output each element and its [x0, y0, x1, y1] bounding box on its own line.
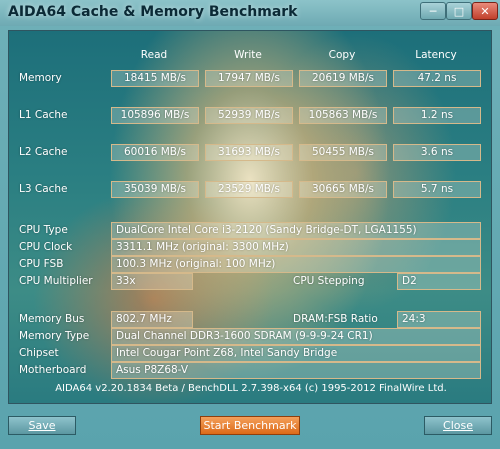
version-footer: AIDA64 v2.20.1834 Beta / BenchDLL 2.7.39… — [55, 383, 447, 394]
memory-latency-value: 47.2 ns — [393, 70, 481, 87]
cpu-stepping-label: CPU Stepping — [293, 275, 365, 287]
row-label-l3-cache: L3 Cache — [19, 183, 68, 195]
start-benchmark-button[interactable]: Start Benchmark — [200, 416, 300, 435]
close-button[interactable]: Close — [424, 416, 492, 435]
maximize-icon: □ — [453, 4, 465, 18]
l1-read-value: 105896 MB/s — [111, 107, 199, 124]
dram-fsb-ratio-value: 24:3 — [397, 311, 481, 328]
cpu-clock-label: CPU Clock — [19, 241, 73, 253]
cpu-clock-value: 3311.1 MHz (original: 3300 MHz) — [111, 239, 481, 256]
motherboard-value: Asus P8Z68-V — [111, 362, 481, 379]
l2-copy-value: 50455 MB/s — [299, 144, 387, 161]
minimize-button[interactable]: ─ — [420, 2, 446, 20]
cpu-type-label: CPU Type — [19, 224, 68, 236]
cpu-fsb-label: CPU FSB — [19, 258, 64, 270]
memory-type-value: Dual Channel DDR3-1600 SDRAM (9-9-9-24 C… — [111, 328, 481, 345]
memory-copy-value: 20619 MB/s — [299, 70, 387, 87]
motherboard-label: Motherboard — [19, 364, 87, 376]
l2-read-value: 60016 MB/s — [111, 144, 199, 161]
l2-latency-value: 3.6 ns — [393, 144, 481, 161]
dram-fsb-ratio-label: DRAM:FSB Ratio — [293, 313, 378, 325]
memory-read-value: 18415 MB/s — [111, 70, 199, 87]
memory-type-label: Memory Type — [19, 330, 90, 342]
header-latency: Latency — [415, 49, 457, 61]
save-button[interactable]: Save — [8, 416, 76, 435]
maximize-button[interactable]: □ — [446, 2, 472, 20]
benchmark-panel: Read Write Copy Latency Memory 18415 MB/… — [8, 30, 492, 404]
title-bar[interactable]: AIDA64 Cache & Memory Benchmark ─ □ ✕ — [0, 0, 500, 26]
minimize-icon: ─ — [429, 4, 437, 18]
header-copy: Copy — [328, 49, 356, 61]
memory-bus-label: Memory Bus — [19, 313, 85, 325]
cpu-fsb-value: 100.3 MHz (original: 100 MHz) — [111, 256, 481, 273]
header-read: Read — [140, 49, 168, 61]
close-window-button[interactable]: ✕ — [472, 2, 498, 20]
row-label-l2-cache: L2 Cache — [19, 146, 68, 158]
l3-copy-value: 30665 MB/s — [299, 181, 387, 198]
l1-copy-value: 105863 MB/s — [299, 107, 387, 124]
l3-latency-value: 5.7 ns — [393, 181, 481, 198]
cpu-multiplier-label: CPU Multiplier — [19, 275, 93, 287]
l1-latency-value: 1.2 ns — [393, 107, 481, 124]
l1-write-value: 52939 MB/s — [205, 107, 293, 124]
row-label-l1-cache: L1 Cache — [19, 109, 68, 121]
window-title: AIDA64 Cache & Memory Benchmark — [8, 4, 298, 20]
l2-write-value: 31693 MB/s — [205, 144, 293, 161]
cpu-multiplier-value: 33x — [111, 273, 193, 290]
l3-read-value: 35039 MB/s — [111, 181, 199, 198]
cpu-stepping-value: D2 — [397, 273, 481, 290]
memory-write-value: 17947 MB/s — [205, 70, 293, 87]
l3-write-value: 23529 MB/s — [205, 181, 293, 198]
cpu-type-value: DualCore Intel Core i3-2120 (Sandy Bridg… — [111, 222, 481, 239]
chipset-label: Chipset — [19, 347, 59, 359]
row-label-memory: Memory — [19, 72, 62, 84]
header-write: Write — [234, 49, 262, 61]
memory-bus-value: 802.7 MHz — [111, 311, 193, 328]
benchmark-window: AIDA64 Cache & Memory Benchmark ─ □ ✕ Re… — [0, 0, 500, 449]
close-icon: ✕ — [480, 4, 490, 18]
chipset-value: Intel Cougar Point Z68, Intel Sandy Brid… — [111, 345, 481, 362]
